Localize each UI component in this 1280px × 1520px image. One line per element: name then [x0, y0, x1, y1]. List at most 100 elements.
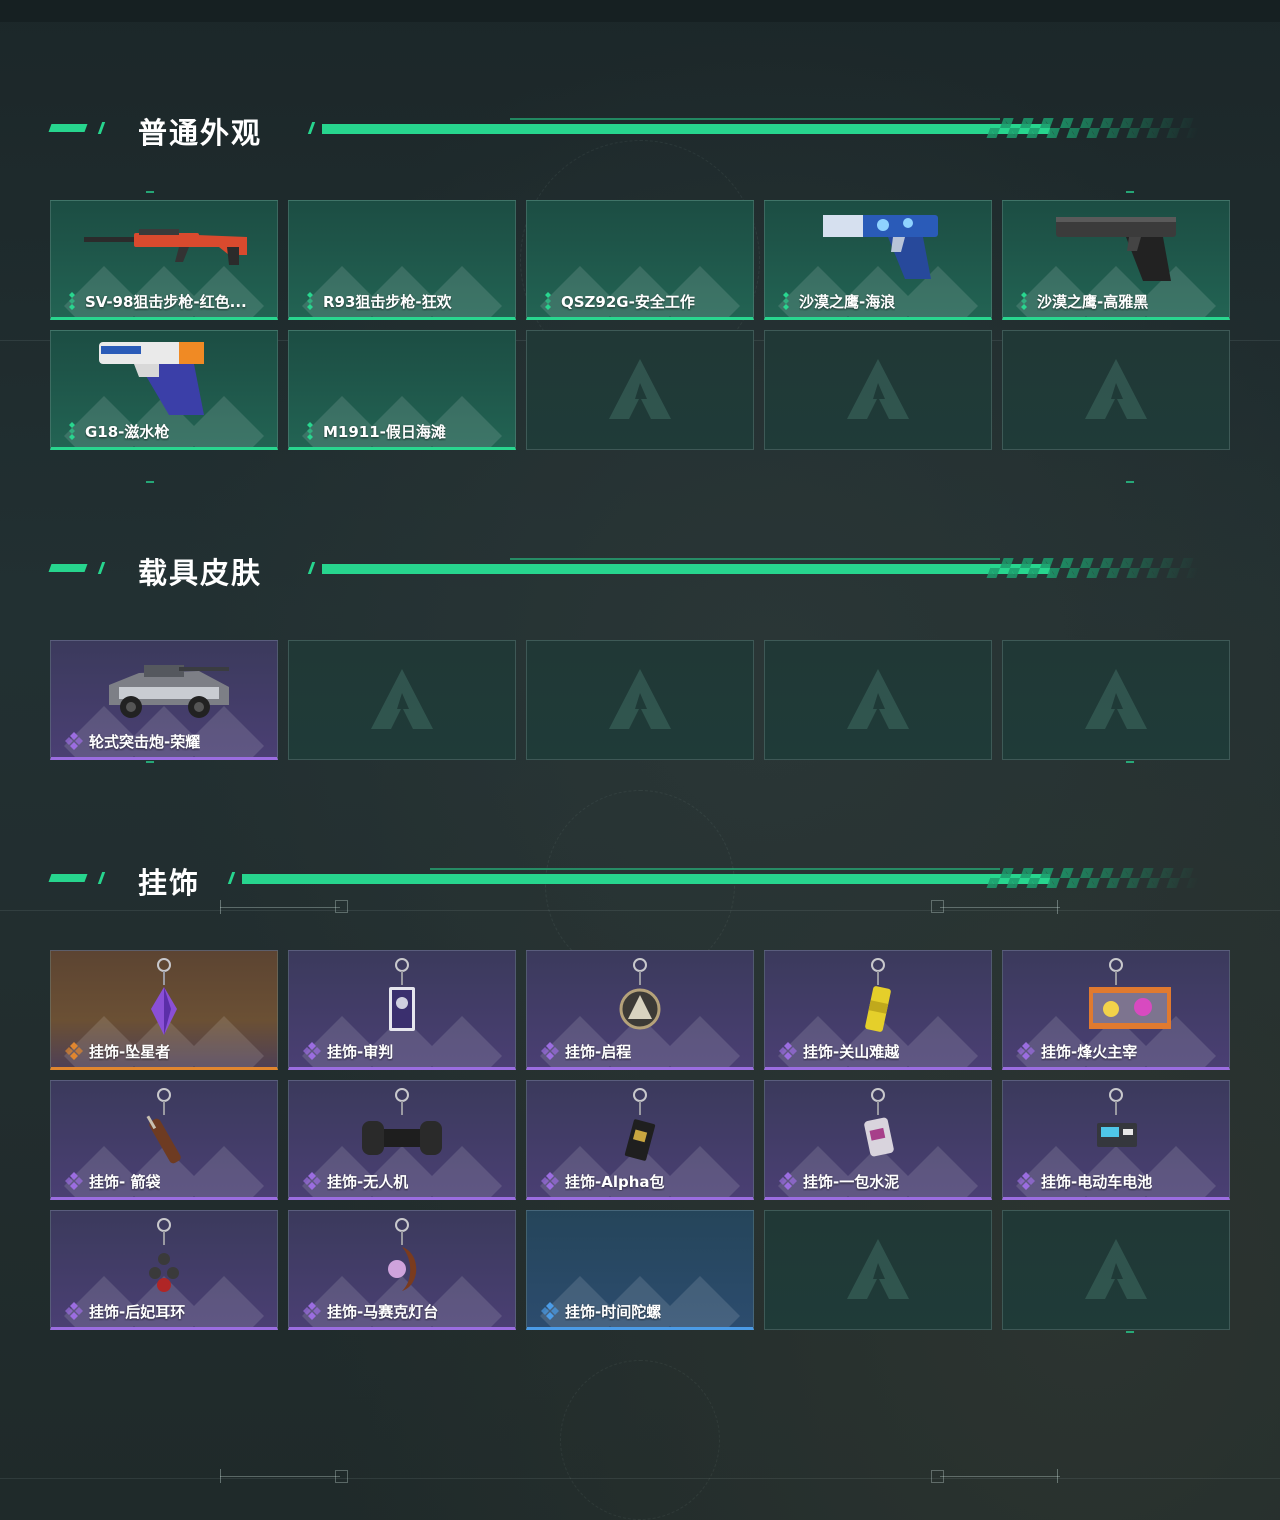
medal-charm-icon	[555, 957, 725, 1037]
item-name: QSZ92G-安全工作	[561, 292, 695, 311]
crystal-charm-icon	[79, 957, 249, 1037]
item-label: 挂饰-烽火主宰	[1017, 1041, 1221, 1061]
tick-mark	[1126, 761, 1134, 763]
item-label: R93狙击步枪-狂欢	[303, 291, 507, 311]
item-card[interactable]: SV-98狙击步枪-红色...	[50, 200, 278, 320]
pistol-blue-icon	[793, 207, 963, 287]
item-card[interactable]: 挂饰-无人机	[288, 1080, 516, 1200]
item-card[interactable]: 沙漠之鹰-高雅黑	[1002, 200, 1230, 320]
item-card[interactable]: R93狙击步枪-狂欢	[288, 200, 516, 320]
item-name: 挂饰-审判	[327, 1042, 394, 1061]
item-name: 挂饰-后妃耳环	[89, 1302, 186, 1321]
section-title: 挂饰	[138, 866, 201, 900]
empty-slot[interactable]	[764, 640, 992, 760]
empty-slot[interactable]	[1002, 1210, 1230, 1330]
bg-vline	[1057, 1469, 1058, 1483]
item-label: 挂饰-一包水泥	[779, 1171, 983, 1191]
item-label: 挂饰-关山难越	[779, 1041, 983, 1061]
item-card[interactable]: 挂饰-Alpha包	[526, 1080, 754, 1200]
pistol-black-icon	[1031, 207, 1201, 287]
item-card[interactable]: 挂饰-马赛克灯台	[288, 1210, 516, 1330]
header-pill	[48, 124, 88, 132]
rarity-diamond-icon	[303, 1042, 321, 1060]
rarity-diamond-icon	[1017, 1042, 1035, 1060]
item-label: M1911-假日海滩	[303, 421, 507, 441]
header-slash	[97, 122, 106, 134]
item-name: 挂饰-无人机	[327, 1172, 409, 1191]
bg-square	[931, 900, 944, 913]
section-header-vehicle-skins: 载具皮肤	[48, 548, 1204, 590]
item-name: 挂饰-烽火主宰	[1041, 1042, 1138, 1061]
empty-slot[interactable]	[526, 330, 754, 450]
tick-mark	[1126, 191, 1134, 193]
item-card[interactable]: G18-滋水枪	[50, 330, 278, 450]
armored-vehicle-icon	[79, 647, 249, 727]
rarity-diamond-icon	[779, 1042, 797, 1060]
rarity-diamond-icon	[1017, 1172, 1035, 1190]
empty-slot[interactable]	[764, 1210, 992, 1330]
bg-line	[940, 1476, 1060, 1477]
item-card[interactable]: 挂饰-审判	[288, 950, 516, 1070]
item-name: 挂饰- 箭袋	[89, 1172, 161, 1191]
bg-line	[0, 1478, 1280, 1479]
item-card[interactable]: 挂饰-烽火主宰	[1002, 950, 1230, 1070]
normal-skins-grid: SV-98狙击步枪-红色... R93狙击步枪-狂欢 QSZ92G-安全工作 沙漠之鹰…	[50, 200, 1230, 450]
header-slash	[97, 872, 106, 884]
bg-vline	[220, 900, 221, 914]
item-card[interactable]: M1911-假日海滩	[288, 330, 516, 450]
bg-vline	[220, 1469, 221, 1483]
header-pill	[48, 874, 88, 882]
header-slash	[97, 562, 106, 574]
item-label: 挂饰-Alpha包	[541, 1171, 745, 1191]
battery-charm-icon	[1031, 1087, 1201, 1167]
item-card[interactable]: 挂饰-启程	[526, 950, 754, 1070]
rarity-diamond-icon	[303, 422, 317, 440]
item-label: 轮式突击炮-荣耀	[65, 731, 269, 751]
item-name: G18-滋水枪	[85, 422, 170, 441]
item-card[interactable]: 挂饰- 箭袋	[50, 1080, 278, 1200]
bg-square	[931, 1470, 944, 1483]
card-charm-icon	[317, 957, 487, 1037]
item-card[interactable]: 挂饰-后妃耳环	[50, 1210, 278, 1330]
logo-emblem-icon	[605, 355, 675, 425]
rarity-diamond-icon	[65, 292, 79, 310]
item-label: 挂饰-坠星者	[65, 1041, 269, 1061]
rarity-diamond-icon	[541, 1042, 559, 1060]
empty-slot[interactable]	[764, 330, 992, 450]
item-label: 挂饰- 箭袋	[65, 1171, 269, 1191]
item-name: 挂饰-电动车电池	[1041, 1172, 1153, 1191]
item-name: 挂饰-时间陀螺	[565, 1302, 662, 1321]
item-name: 沙漠之鹰-海浪	[799, 292, 896, 311]
section-title: 普通外观	[138, 116, 263, 150]
item-name: 挂饰-Alpha包	[565, 1172, 665, 1191]
drone-charm-icon	[317, 1087, 487, 1167]
header-rail	[307, 118, 1204, 138]
item-name: 轮式突击炮-荣耀	[89, 732, 201, 751]
item-card[interactable]: 轮式突击炮-荣耀	[50, 640, 278, 760]
item-label: 挂饰-启程	[541, 1041, 745, 1061]
item-name: 挂饰-马赛克灯台	[327, 1302, 439, 1321]
item-card[interactable]: 挂饰-电动车电池	[1002, 1080, 1230, 1200]
item-name: R93狙击步枪-狂欢	[323, 292, 452, 311]
logo-emblem-icon	[1081, 665, 1151, 735]
item-label: G18-滋水枪	[65, 421, 269, 441]
empty-slot[interactable]	[526, 640, 754, 760]
item-card[interactable]: 挂饰-一包水泥	[764, 1080, 992, 1200]
empty-slot[interactable]	[288, 640, 516, 760]
item-card[interactable]: 沙漠之鹰-海浪	[764, 200, 992, 320]
item-label: 挂饰-马赛克灯台	[303, 1301, 507, 1321]
item-card[interactable]: 挂饰-关山难越	[764, 950, 992, 1070]
section-title: 载具皮肤	[138, 556, 263, 590]
logo-emblem-icon	[1081, 1235, 1151, 1305]
rarity-diamond-icon	[779, 1172, 797, 1190]
empty-slot[interactable]	[1002, 640, 1230, 760]
item-name: 挂饰-启程	[565, 1042, 632, 1061]
bg-line	[220, 1476, 340, 1477]
rarity-diamond-icon	[65, 422, 79, 440]
item-card[interactable]: 挂饰-时间陀螺	[526, 1210, 754, 1330]
item-card[interactable]: QSZ92G-安全工作	[526, 200, 754, 320]
item-card[interactable]: 挂饰-坠星者	[50, 950, 278, 1070]
empty-slot[interactable]	[1002, 330, 1230, 450]
item-name: 沙漠之鹰-高雅黑	[1037, 292, 1149, 311]
bg-square	[335, 1470, 348, 1483]
